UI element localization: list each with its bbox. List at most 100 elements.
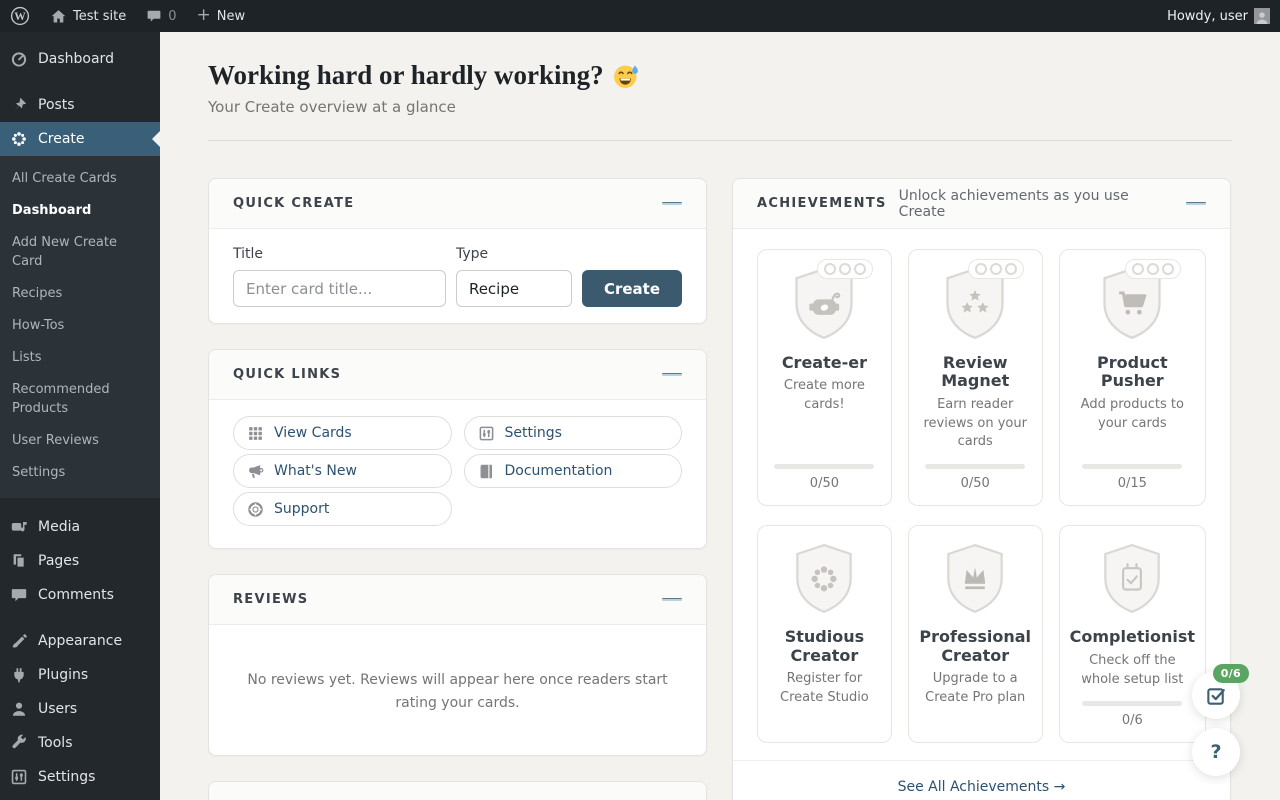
- achievement-name: Professional Creator: [919, 627, 1032, 665]
- new-menu[interactable]: + New: [187, 0, 256, 32]
- reviews-title: REVIEWS: [233, 592, 309, 607]
- comments-icon: [9, 585, 29, 605]
- quick-link-support[interactable]: Support: [233, 492, 452, 526]
- achievements-subtitle: Unlock achievements as you use Create: [898, 187, 1129, 220]
- progress-label: 0/50: [960, 476, 990, 492]
- cart-shield-icon: [1099, 259, 1182, 344]
- achievement-card-studious-creator: Studious Creator Register for Create Stu…: [757, 525, 892, 744]
- my-account-menu[interactable]: Howdy, user: [1157, 0, 1280, 32]
- achievement-card-completionist: Completionist Check off the whole setup …: [1058, 525, 1206, 744]
- quick-create-body: Title Type Recipe Create: [209, 229, 706, 323]
- quick-links-title: QUICK LINKS: [233, 367, 342, 382]
- achievement-name: Product Pusher: [1097, 353, 1168, 391]
- collapse-panel-button[interactable]: [1186, 199, 1206, 209]
- submenu-recipes[interactable]: Recipes: [0, 278, 160, 310]
- title-label: Title: [233, 246, 264, 262]
- lifering-icon: [247, 501, 264, 518]
- comments-menu[interactable]: 0: [136, 0, 186, 32]
- achievement-name: Create-er: [781, 353, 867, 372]
- sidebar-item-media[interactable]: Media: [0, 510, 160, 544]
- quick-link-label: Settings: [504, 425, 562, 441]
- sidebar-item-comments[interactable]: Comments: [0, 578, 160, 612]
- submenu-user-reviews[interactable]: User Reviews: [0, 425, 160, 457]
- quick-link-view-cards[interactable]: View Cards: [233, 416, 452, 450]
- menu-separator: [0, 76, 160, 88]
- submenu-how-tos[interactable]: How-Tos: [0, 310, 160, 342]
- sidebar-item-dashboard[interactable]: Dashboard: [0, 42, 160, 76]
- type-select[interactable]: Recipe: [455, 270, 572, 307]
- new-label: New: [216, 8, 246, 24]
- achievements-header: ACHIEVEMENTS Unlock achievements as you …: [733, 179, 1230, 229]
- create-flower-icon: [9, 129, 29, 149]
- quick-link-whats-new[interactable]: What's New: [233, 454, 452, 488]
- create-button[interactable]: Create: [581, 270, 682, 307]
- site-name-menu[interactable]: Test site: [40, 0, 136, 32]
- achievement-description: Earn reader reviews on your cards: [923, 396, 1027, 450]
- achievement-tier-pill: [968, 259, 1025, 279]
- plus-icon: +: [196, 4, 211, 25]
- quick-create-header: QUICK CREATE: [209, 179, 706, 229]
- achievements-panel: ACHIEVEMENTS Unlock achievements as you …: [732, 178, 1231, 800]
- sidebar-label: Settings: [38, 769, 96, 786]
- submenu-all-create-cards[interactable]: All Create Cards: [0, 163, 160, 195]
- setup-checklist-button[interactable]: 0/6: [1192, 664, 1249, 719]
- achievement-description: Check off the whole setup list: [1081, 652, 1184, 687]
- collapse-panel-button[interactable]: [662, 370, 682, 380]
- quick-create-title: QUICK CREATE: [233, 196, 355, 211]
- sidebar-item-users[interactable]: Users: [0, 692, 160, 726]
- user-silhouette-icon: [1256, 12, 1268, 24]
- sidebar-item-pages[interactable]: Pages: [0, 544, 160, 578]
- sidebar-item-appearance[interactable]: Appearance: [0, 624, 160, 658]
- collapse-panel-button[interactable]: [662, 595, 682, 605]
- page-header: Working hard or hardly working? Your Cre…: [208, 60, 1232, 141]
- checkbox-check-icon: [1206, 687, 1225, 705]
- achievement-name: Review Magnet: [941, 353, 1010, 391]
- progress-label: 0/6: [1121, 713, 1143, 729]
- plug-icon: [9, 665, 29, 685]
- sidebar-item-settings[interactable]: Settings: [0, 760, 160, 794]
- see-all-achievements-link[interactable]: See All Achievements →: [898, 779, 1066, 795]
- progress-bar: [1082, 464, 1183, 470]
- help-button[interactable]: ?: [1192, 728, 1240, 776]
- achievement-name: Studious Creator: [784, 627, 865, 665]
- submenu-dashboard-current[interactable]: Dashboard: [0, 195, 160, 227]
- sidebar-label: Plugins: [38, 667, 89, 684]
- sidebar-item-tools[interactable]: Tools: [0, 726, 160, 760]
- sidebar-label: Comments: [38, 587, 114, 604]
- avatar: [1254, 8, 1270, 24]
- sidebar-label: Appearance: [38, 633, 123, 650]
- submenu-recommended-products[interactable]: Recommended Products: [0, 374, 132, 424]
- quick-link-documentation[interactable]: Documentation: [463, 454, 682, 488]
- sidebar-label: Create: [38, 131, 85, 147]
- right-column: ACHIEVEMENTS Unlock achievements as you …: [732, 178, 1231, 800]
- sidebar-item-create[interactable]: Create: [0, 122, 160, 156]
- collapse-panel-button[interactable]: [662, 199, 682, 209]
- achievement-tier-pill: [817, 259, 874, 279]
- site-name: Test site: [73, 8, 127, 24]
- wordpress-logo[interactable]: W: [0, 0, 40, 32]
- paintbrush-icon: [9, 631, 29, 651]
- checklist-progress-badge: 0/6: [1212, 664, 1249, 683]
- achievements-title: ACHIEVEMENTS: [757, 196, 887, 211]
- admin-bar: W Test site 0 + New Howdy, user: [0, 0, 1280, 32]
- achievement-card-create-er: Create-er Create more cards! 0/50: [757, 249, 892, 507]
- type-label: Type: [455, 246, 489, 262]
- pushpin-icon: [9, 95, 29, 115]
- left-column: QUICK CREATE Title Type Recipe Create: [208, 178, 707, 800]
- sidebar-item-plugins[interactable]: Plugins: [0, 658, 160, 692]
- progress-bar: [925, 464, 1026, 470]
- card-type-field-group: Type Recipe: [455, 246, 572, 307]
- submenu-settings[interactable]: Settings: [0, 457, 160, 489]
- sliders-icon: [9, 767, 29, 787]
- pages-icon: [9, 551, 29, 571]
- checklist-shield-icon: [1100, 542, 1164, 618]
- user-icon: [9, 699, 29, 719]
- achievement-progress: 0/6: [1070, 689, 1195, 728]
- page-subtitle: Your Create overview at a glance: [208, 98, 456, 116]
- card-title-input[interactable]: [233, 270, 446, 307]
- submenu-add-new-create-card[interactable]: Add New Create Card: [0, 227, 160, 277]
- quick-link-settings[interactable]: Settings: [463, 416, 682, 450]
- quick-link-label: View Cards: [274, 425, 352, 441]
- submenu-lists[interactable]: Lists: [0, 342, 160, 374]
- sidebar-item-posts[interactable]: Posts: [0, 88, 160, 122]
